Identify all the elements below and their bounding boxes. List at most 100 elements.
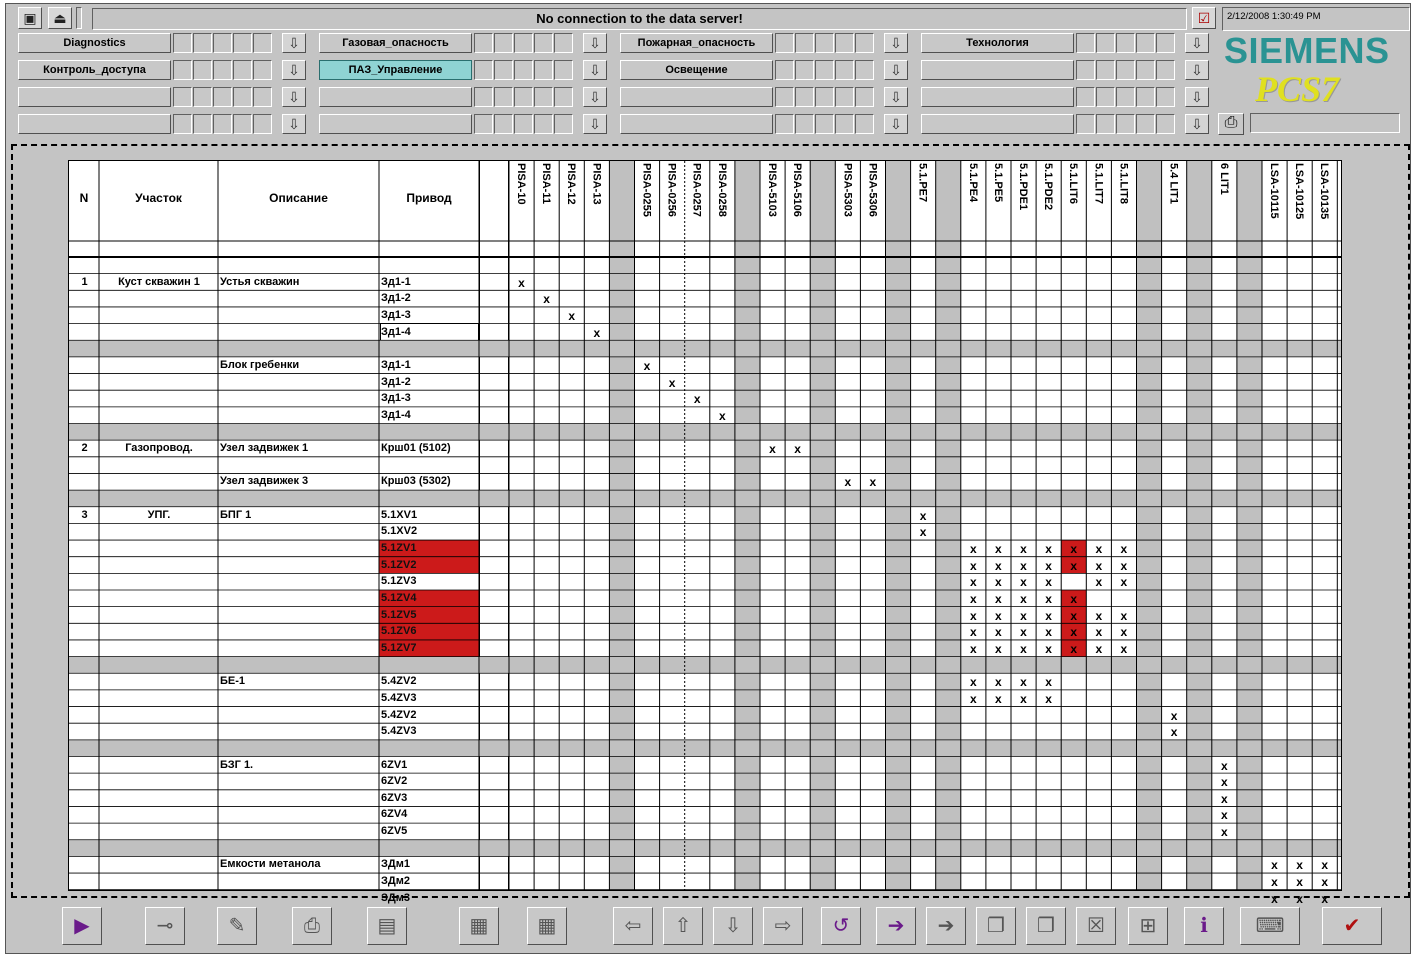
window-icon[interactable]: ❐: [976, 907, 1016, 945]
open-area-arrow-icon[interactable]: ⇩: [583, 33, 607, 53]
open-area-arrow-icon[interactable]: ⇩: [1185, 33, 1209, 53]
cell-drv[interactable]: ЗДм2: [381, 873, 478, 889]
properties2-icon[interactable]: ▦: [527, 907, 567, 945]
cell-drv[interactable]: Зд1-3: [381, 390, 478, 406]
spacer-column: [609, 161, 635, 890]
open-area-arrow-icon[interactable]: ⇩: [1185, 60, 1209, 80]
cell-drv[interactable]: 5.4ZV2: [381, 707, 478, 723]
area-group-1-1: ПАЗ_Управление ⇩: [319, 60, 607, 80]
alarm-indicator: [534, 114, 553, 134]
arrow-down-icon[interactable]: ⇩: [713, 907, 753, 945]
open-area-arrow-icon[interactable]: ⇩: [1185, 114, 1209, 134]
chart-icon[interactable]: ▤: [367, 907, 407, 945]
area-button[interactable]: Технология: [921, 33, 1074, 53]
area-button[interactable]: Газовая_опасность: [319, 33, 472, 53]
cell-drv[interactable]: Зд1-4: [381, 407, 478, 423]
cell-drv[interactable]: 6ZV5: [381, 823, 478, 839]
cell-drv[interactable]: 5.1ZV6: [381, 623, 478, 639]
open-area-arrow-icon[interactable]: ⇩: [282, 33, 306, 53]
arrow-up-icon[interactable]: ⇧: [663, 907, 703, 945]
interlock-mark: x: [1296, 858, 1303, 873]
area-button[interactable]: Контроль_доступа: [18, 60, 171, 80]
open-area-arrow-icon[interactable]: ⇩: [884, 87, 908, 107]
alarm-indicator: [173, 87, 192, 107]
new-doc-icon[interactable]: ✎: [217, 907, 257, 945]
cell-drv[interactable]: 5.4ZV3: [381, 690, 478, 706]
cell-drv[interactable]: Зд1-4: [380, 322, 479, 341]
exit-icon[interactable]: ⏏: [48, 7, 72, 29]
interlock-mark: x: [1220, 775, 1228, 790]
cell-drv[interactable]: 6ZV4: [381, 806, 478, 822]
cell-drv[interactable]: 6ZV3: [381, 790, 478, 806]
acknowledge-icon[interactable]: ☑: [1192, 7, 1216, 29]
open-area-arrow-icon[interactable]: ⇩: [282, 87, 306, 107]
area-button[interactable]: [18, 114, 171, 134]
cell-drv[interactable]: 5.1XV1: [381, 507, 478, 523]
area-button[interactable]: [319, 87, 472, 107]
area-button[interactable]: [319, 114, 472, 134]
area-button[interactable]: [620, 114, 773, 134]
open-area-arrow-icon[interactable]: ⇩: [1185, 87, 1209, 107]
area-button[interactable]: [18, 87, 171, 107]
area-button[interactable]: [921, 87, 1074, 107]
interlock-mark: x: [1095, 558, 1103, 573]
area-button[interactable]: [921, 114, 1074, 134]
alarm-indicator: [213, 114, 232, 134]
cell-drv[interactable]: ЗДм3: [381, 890, 478, 906]
open-area-arrow-icon[interactable]: ⇩: [583, 60, 607, 80]
area-button[interactable]: Освещение: [620, 60, 773, 80]
cell-drv[interactable]: Зд1-1: [381, 274, 478, 290]
close-window-icon[interactable]: ☒: [1076, 907, 1116, 945]
area-button[interactable]: Diagnostics: [18, 33, 171, 53]
printer-stack-icon[interactable]: ⎙: [292, 907, 332, 945]
key-icon[interactable]: ⊸: [145, 907, 185, 945]
cell-drv[interactable]: Крш01 (5102): [381, 440, 478, 456]
next-icon[interactable]: ➔: [876, 907, 916, 945]
cell-drv[interactable]: 6ZV2: [381, 773, 478, 789]
cell-drv[interactable]: Зд1-3: [381, 307, 478, 323]
cell-drv[interactable]: 5.1ZV2: [381, 557, 478, 573]
printer-icon[interactable]: ⎙: [1218, 113, 1244, 135]
area-button[interactable]: [921, 60, 1074, 80]
cell-drv[interactable]: 5.4ZV3: [381, 723, 478, 739]
cell-drv[interactable]: Зд1-1: [381, 357, 478, 373]
cell-drv[interactable]: 5.1ZV1: [381, 540, 478, 556]
alarm-indicator: [815, 33, 834, 53]
keyboard-icon[interactable]: ⌨: [1240, 907, 1300, 945]
cell-sec: Газопровод.: [125, 442, 193, 455]
cell-drv[interactable]: Зд1-2: [381, 374, 478, 390]
cell-drv[interactable]: 5.1ZV3: [381, 573, 478, 589]
cell-drv[interactable]: 5.1ZV7: [381, 640, 478, 656]
properties-icon[interactable]: ▦: [459, 907, 499, 945]
open-area-arrow-icon[interactable]: ⇩: [282, 60, 306, 80]
area-button[interactable]: [620, 87, 773, 107]
cell-drv[interactable]: Зд1-2: [381, 290, 478, 306]
cell-drv[interactable]: ЗДм1: [381, 856, 478, 872]
undo-icon[interactable]: ↺: [821, 907, 861, 945]
cell-drv[interactable]: 5.1ZV5: [381, 607, 478, 623]
check-icon[interactable]: ✔: [1322, 907, 1382, 945]
area-button[interactable]: Пожарная_опасность: [620, 33, 773, 53]
arrow-right-icon[interactable]: ⇨: [763, 907, 803, 945]
next-disabled-icon[interactable]: ➔: [926, 907, 966, 945]
open-area-arrow-icon[interactable]: ⇩: [583, 114, 607, 134]
cell-drv[interactable]: 6ZV1: [381, 757, 478, 773]
info-icon[interactable]: ℹ: [1184, 907, 1224, 945]
tag-header: PISA-0257: [690, 163, 703, 217]
arrow-left-icon[interactable]: ⇦: [613, 907, 653, 945]
windows-icon[interactable]: ❐: [1026, 907, 1066, 945]
open-area-arrow-icon[interactable]: ⇩: [282, 114, 306, 134]
cell-drv[interactable]: 5.1XV2: [381, 523, 478, 539]
open-area-arrow-icon[interactable]: ⇩: [583, 87, 607, 107]
windows-zoom-icon[interactable]: ⊞: [1128, 907, 1168, 945]
play-icon[interactable]: ▶: [62, 907, 102, 945]
open-area-arrow-icon[interactable]: ⇩: [884, 33, 908, 53]
cell-drv[interactable]: Крш03 (5302): [381, 473, 478, 489]
cell-drv[interactable]: 5.4ZV2: [381, 673, 478, 689]
overview-icon[interactable]: ▣: [18, 7, 42, 29]
open-area-arrow-icon[interactable]: ⇩: [884, 114, 908, 134]
area-button[interactable]: ПАЗ_Управление: [319, 60, 472, 80]
interlock-mark: x: [543, 292, 550, 307]
open-area-arrow-icon[interactable]: ⇩: [884, 60, 908, 80]
cell-drv[interactable]: 5.1ZV4: [381, 590, 478, 606]
